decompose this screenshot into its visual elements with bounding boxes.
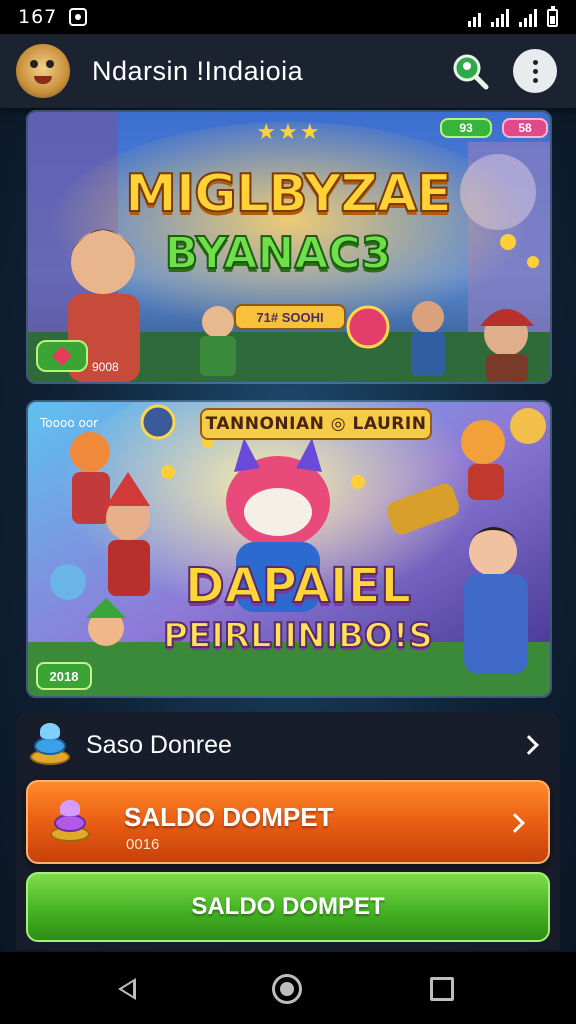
app-screen: 167 Ndarsin !Indaioia ★★★ 93 58 MIGLBYZA…	[0, 0, 576, 1024]
banner-2-title-line2: PEIRLIINIBO!S	[162, 615, 434, 657]
status-time: 167	[18, 6, 58, 28]
coin-stack-icon	[26, 723, 74, 767]
app-bar: Ndarsin !Indaioia	[0, 34, 576, 108]
back-icon[interactable]	[118, 978, 136, 1000]
coin-stack-purple-icon	[46, 800, 94, 844]
banner-2-ribbon: TANNONIAN ◎ LAURIN	[200, 408, 432, 440]
signal-icon	[491, 9, 509, 27]
home-icon[interactable]	[272, 974, 302, 1004]
app-logo[interactable]	[16, 44, 70, 98]
saldo-row[interactable]: Saso Donree	[26, 718, 552, 772]
game-banner-1[interactable]: ★★★ 93 58 MIGLBYZAE BYANAC3 71# SOOHI 90…	[26, 110, 552, 384]
recent-apps-icon[interactable]	[430, 977, 454, 1001]
saldo-dompet-button[interactable]: SALDO DOMPET 0016	[26, 780, 550, 864]
more-vert-icon	[532, 59, 538, 83]
search-icon	[453, 54, 489, 90]
status-bar: 167	[0, 0, 576, 34]
banner-1-badge-left: 93	[440, 118, 492, 138]
status-icons	[468, 6, 558, 27]
banner-2-title-line1: DAPAIEL	[184, 557, 412, 615]
saldo-dompet-green-button[interactable]: SALDO DOMPET	[26, 872, 550, 942]
notification-icon	[69, 8, 88, 26]
search-button[interactable]	[448, 49, 492, 93]
banner-1-bottom-label: 9008	[92, 360, 119, 374]
banner-1-gem-icon[interactable]	[36, 340, 88, 372]
chevron-right-icon	[505, 813, 525, 833]
saldo-row-label: Saso Donree	[86, 730, 232, 759]
game-banner-2[interactable]: Toooo oor TANNONIAN ◎ LAURIN DAPAIEL PEI…	[26, 400, 552, 698]
banner-1-badge-right: 58	[502, 118, 548, 138]
banner-2-bottom-badge: 2018	[36, 662, 92, 690]
more-options-button[interactable]	[513, 49, 557, 93]
app-title: Ndarsin !Indaioia	[92, 55, 304, 86]
banner-1-title-line1: MIGLBYZAE	[124, 163, 453, 225]
saldo-dompet-subtitle: 0016	[126, 836, 160, 853]
saldo-dompet-title: SALDO DOMPET	[124, 802, 334, 832]
banner-2-corner-text: Toooo oor	[40, 416, 99, 430]
chevron-right-icon	[519, 735, 539, 755]
signal-2-icon	[519, 9, 537, 27]
wifi-icon	[468, 9, 481, 27]
battery-icon	[547, 6, 558, 27]
banner-1-title-line2: BYANAC3	[164, 227, 393, 280]
system-nav-bar	[0, 952, 576, 1024]
banner-1-tag: 71# SOOHI	[234, 304, 346, 330]
